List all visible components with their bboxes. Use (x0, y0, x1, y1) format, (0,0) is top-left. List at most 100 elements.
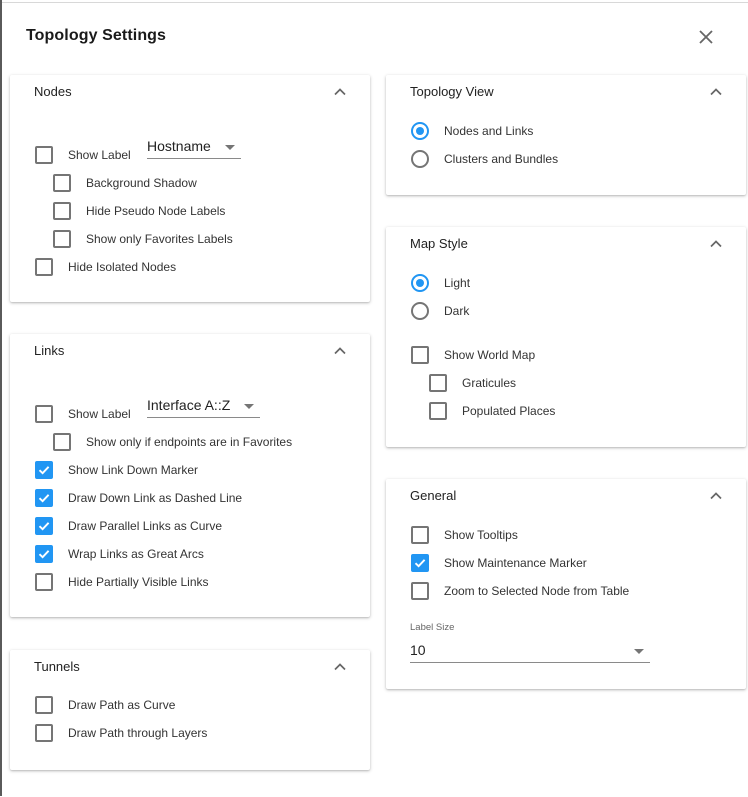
dark-radio[interactable] (411, 302, 429, 320)
dashed-line-row: Draw Down Link as Dashed Line (35, 488, 242, 508)
great-arcs-checkbox[interactable] (35, 545, 53, 563)
dropdown-arrow-icon (225, 145, 235, 150)
maintenance-marker-row: Show Maintenance Marker (411, 553, 587, 573)
dark-row: Dark (411, 301, 469, 321)
checkbox-label: Hide Pseudo Node Labels (86, 204, 226, 218)
path-layers-checkbox[interactable] (35, 724, 53, 742)
checkbox-label: Show Label (68, 407, 131, 421)
tunnels-panel: Tunnels Draw Path as Curve Draw Path thr… (10, 650, 370, 770)
checkbox-label: Show only Favorites Labels (86, 232, 233, 246)
endpoints-favorites-checkbox[interactable] (53, 433, 71, 451)
radio-label: Light (444, 276, 471, 290)
links-label-select[interactable]: Interface A::Z (147, 395, 260, 418)
nodes-show-label-row: Show Label (35, 145, 131, 165)
path-curve-row: Draw Path as Curve (35, 695, 175, 715)
dropdown-arrow-icon (634, 649, 644, 654)
graticules-row: Graticules (429, 373, 516, 393)
nodes-links-row: Nodes and Links (411, 121, 533, 141)
checkmark-icon (38, 522, 50, 531)
checkmark-icon (414, 559, 426, 568)
dialog-title: Topology Settings (26, 27, 167, 44)
links-show-label-row: Show Label (35, 404, 131, 424)
partially-visible-row: Hide Partially Visible Links (35, 572, 209, 592)
dropdown-arrow-icon (244, 404, 254, 409)
partially-visible-checkbox[interactable] (35, 573, 53, 591)
clusters-bundles-row: Clusters and Bundles (411, 149, 558, 169)
chevron-up-icon[interactable] (708, 236, 724, 252)
chevron-up-icon[interactable] (708, 84, 724, 100)
general-panel-header[interactable]: General (386, 479, 746, 513)
clusters-bundles-radio[interactable] (411, 150, 429, 168)
checkbox-label: Show Tooltips (444, 528, 518, 542)
hide-isolated-checkbox[interactable] (35, 258, 53, 276)
dashed-line-checkbox[interactable] (35, 489, 53, 507)
chevron-up-icon[interactable] (332, 659, 348, 675)
panel-title: Map Style (410, 236, 468, 251)
select-value: 10 (410, 642, 426, 658)
close-button[interactable] (692, 23, 720, 51)
map-style-panel: Map Style Light Dark Show World Map Grat… (386, 227, 746, 447)
topology-settings-dialog: Topology Settings Nodes Show Label Hostn… (2, 2, 748, 797)
nodes-show-label-checkbox[interactable] (35, 146, 53, 164)
general-panel: General Show Tooltips Show Maintenance M… (386, 479, 746, 689)
checkbox-label: Hide Isolated Nodes (68, 260, 177, 274)
chevron-up-icon[interactable] (708, 488, 724, 504)
tunnels-panel-header[interactable]: Tunnels (10, 650, 370, 684)
radio-label: Clusters and Bundles (444, 152, 559, 166)
map-style-panel-header[interactable]: Map Style (386, 227, 746, 261)
path-layers-row: Draw Path through Layers (35, 723, 207, 743)
nodes-links-radio[interactable] (411, 122, 429, 140)
checkmark-icon (38, 550, 50, 559)
favorites-labels-row: Show only Favorites Labels (53, 229, 233, 249)
topology-view-panel-header[interactable]: Topology View (386, 75, 746, 109)
checkbox-label: Hide Partially Visible Links (68, 575, 209, 589)
maintenance-marker-checkbox[interactable] (411, 554, 429, 572)
populated-places-checkbox[interactable] (429, 402, 447, 420)
checkbox-label: Zoom to Selected Node from Table (444, 584, 630, 598)
label-size-select[interactable]: 10 (410, 640, 650, 663)
great-arcs-row: Wrap Links as Great Arcs (35, 544, 204, 564)
populated-places-row: Populated Places (429, 401, 555, 421)
topology-view-panel: Topology View Nodes and Links Clusters a… (386, 75, 746, 195)
tooltips-checkbox[interactable] (411, 526, 429, 544)
checkbox-label: Show Label (68, 148, 131, 162)
parallel-curve-row: Draw Parallel Links as Curve (35, 516, 222, 536)
label-size-label: Label Size (410, 622, 455, 633)
panel-title: Nodes (34, 84, 72, 99)
chevron-up-icon[interactable] (332, 84, 348, 100)
nodes-panel-header[interactable]: Nodes (10, 75, 370, 109)
path-curve-checkbox[interactable] (35, 696, 53, 714)
endpoints-favorites-row: Show only if endpoints are in Favorites (53, 432, 292, 452)
panel-title: General (410, 488, 457, 503)
checkbox-label: Background Shadow (86, 176, 197, 190)
parallel-curve-checkbox[interactable] (35, 517, 53, 535)
hide-pseudo-checkbox[interactable] (53, 202, 71, 220)
checkbox-label: Draw Parallel Links as Curve (68, 519, 223, 533)
checkbox-label: Show only if endpoints are in Favorites (86, 435, 293, 449)
link-down-marker-checkbox[interactable] (35, 461, 53, 479)
light-row: Light (411, 273, 470, 293)
zoom-selected-checkbox[interactable] (411, 582, 429, 600)
checkbox-label: Populated Places (462, 404, 556, 418)
checkmark-icon (38, 494, 50, 503)
background-shadow-checkbox[interactable] (53, 174, 71, 192)
checkbox-label: Graticules (462, 376, 517, 390)
panel-title: Topology View (410, 84, 494, 99)
checkbox-label: Wrap Links as Great Arcs (68, 547, 204, 561)
checkbox-label: Show Maintenance Marker (444, 556, 587, 570)
checkbox-label: Show Link Down Marker (68, 463, 199, 477)
favorites-labels-checkbox[interactable] (53, 230, 71, 248)
links-show-label-checkbox[interactable] (35, 405, 53, 423)
tooltips-row: Show Tooltips (411, 525, 518, 545)
chevron-up-icon[interactable] (332, 343, 348, 359)
world-map-checkbox[interactable] (411, 346, 429, 364)
light-radio[interactable] (411, 274, 429, 292)
checkbox-label: Show World Map (444, 348, 536, 362)
checkbox-label: Draw Path through Layers (68, 726, 208, 740)
background-shadow-row: Background Shadow (53, 173, 197, 193)
world-map-row: Show World Map (411, 345, 535, 365)
nodes-label-select[interactable]: Hostname (147, 136, 241, 159)
graticules-checkbox[interactable] (429, 374, 447, 392)
checkmark-icon (38, 466, 50, 475)
links-panel-header[interactable]: Links (10, 334, 370, 368)
